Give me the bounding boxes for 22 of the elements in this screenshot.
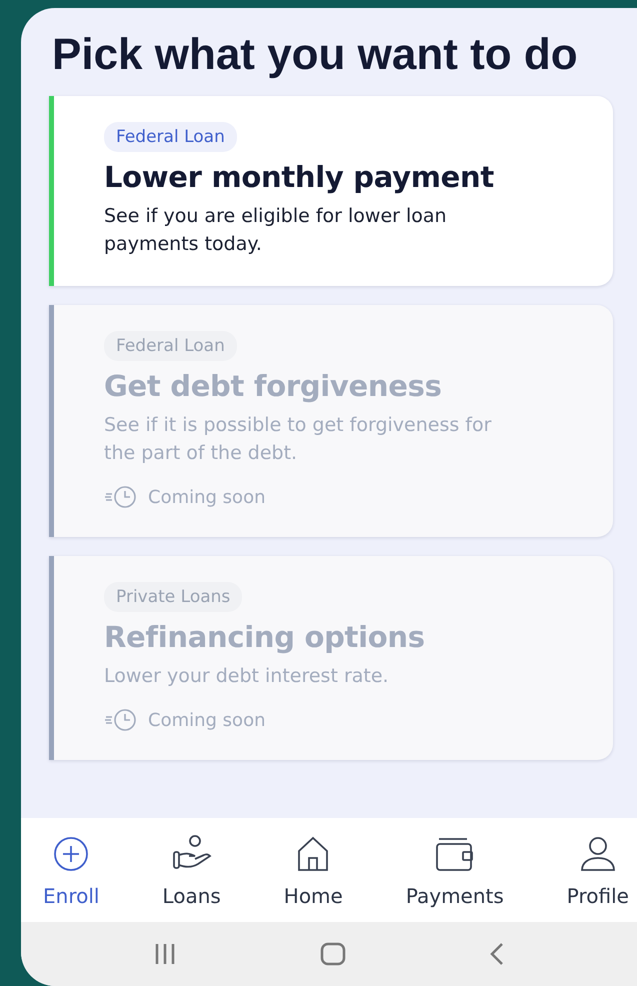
nav-tab[interactable]: Home [276,834,351,908]
option-description: Lower your debt interest rate. [104,664,389,689]
option-card[interactable]: Federal Loan Lower monthly payment See if you are eligible for lower loan payments today. [49,96,613,286]
option-heading: Lower monthly payment [104,160,494,194]
home-button-icon[interactable] [320,942,346,966]
option-heading: Get debt forgiveness [104,369,442,403]
clock-icon [104,708,138,732]
nav-tab[interactable]: Loans [154,834,229,908]
loan-tag: Federal Loan [104,122,237,152]
status-text: Coming soon [148,710,266,730]
option-description: See if it is possible to get forgiveness for the part of the debt. [104,413,492,466]
nav-tab[interactable]: Profile [558,834,637,908]
option-heading: Refinancing options [104,620,425,654]
status-text: Coming soon [148,486,266,508]
nav-tab[interactable]: Enroll [35,834,108,908]
back-icon[interactable] [489,942,506,966]
clock-icon [104,485,138,509]
page-title: Pick what you want to do [52,32,579,78]
loan-tag: Private Loans [104,582,242,612]
loan-tag: Federal Loan [104,331,237,361]
nav-tab[interactable]: Payments [398,834,512,908]
option-description: See if you are eligible for lower loan payments today. [104,204,448,257]
